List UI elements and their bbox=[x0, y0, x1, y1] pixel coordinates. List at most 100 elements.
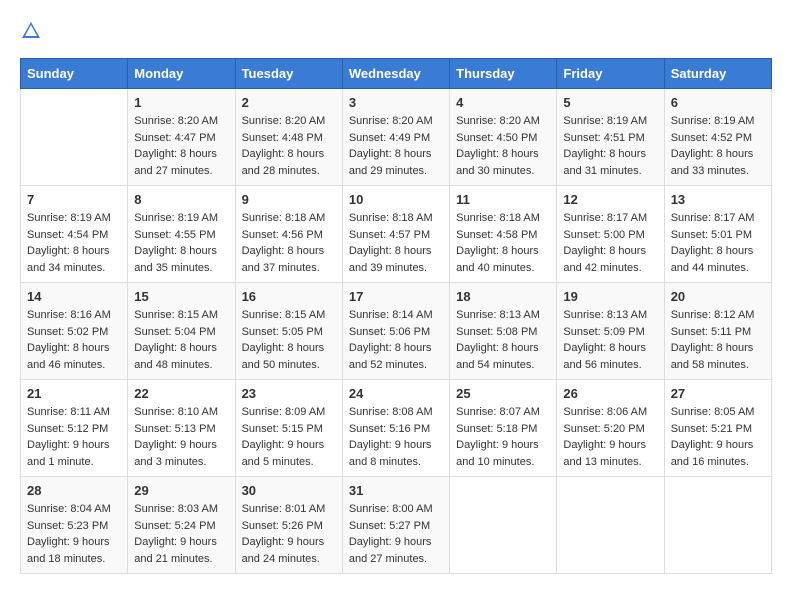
calendar-cell: 14Sunrise: 8:16 AMSunset: 5:02 PMDayligh… bbox=[21, 283, 128, 380]
calendar-table: SundayMondayTuesdayWednesdayThursdayFrid… bbox=[20, 58, 772, 574]
calendar-cell: 3 Sunrise: 8:20 AMSunset: 4:49 PMDaylight… bbox=[342, 89, 449, 186]
calendar-cell: 13Sunrise: 8:17 AMSunset: 5:01 PMDayligh… bbox=[664, 186, 771, 283]
calendar-cell: 18Sunrise: 8:13 AMSunset: 5:08 PMDayligh… bbox=[450, 283, 557, 380]
calendar-cell: 8 Sunrise: 8:19 AMSunset: 4:55 PMDaylight… bbox=[128, 186, 235, 283]
calendar-cell: 31Sunrise: 8:00 AMSunset: 5:27 PMDayligh… bbox=[342, 477, 449, 574]
calendar-cell: 12 Sunrise: 8:17 AMSunset: 5:00 PMDayligh… bbox=[557, 186, 664, 283]
day-number: 13 bbox=[671, 192, 765, 207]
header bbox=[20, 20, 772, 42]
header-day-tuesday: Tuesday bbox=[235, 59, 342, 89]
calendar-cell: 9 Sunrise: 8:18 AMSunset: 4:56 PMDaylight… bbox=[235, 186, 342, 283]
calendar-cell: 26 Sunrise: 8:06 AMSunset: 5:20 PMDayligh… bbox=[557, 380, 664, 477]
day-info: Sunrise: 8:18 AMSunset: 4:57 PMDaylight:… bbox=[349, 210, 443, 276]
calendar-cell: 20 Sunrise: 8:12 AMSunset: 5:11 PMDayligh… bbox=[664, 283, 771, 380]
calendar-cell: 10 Sunrise: 8:18 AMSunset: 4:57 PMDayligh… bbox=[342, 186, 449, 283]
calendar-cell: 30Sunrise: 8:01 AMSunset: 5:26 PMDayligh… bbox=[235, 477, 342, 574]
week-row-3: 14Sunrise: 8:16 AMSunset: 5:02 PMDayligh… bbox=[21, 283, 772, 380]
day-number: 15 bbox=[134, 289, 228, 304]
day-number: 9 bbox=[242, 192, 336, 207]
day-number: 21 bbox=[27, 386, 121, 401]
day-number: 30 bbox=[242, 483, 336, 498]
day-number: 20 bbox=[671, 289, 765, 304]
day-number: 12 bbox=[563, 192, 657, 207]
day-info: Sunrise: 8:07 AMSunset: 5:18 PMDaylight:… bbox=[456, 404, 550, 470]
calendar-cell: 1Sunrise: 8:20 AMSunset: 4:47 PMDaylight… bbox=[128, 89, 235, 186]
calendar-cell: 24 Sunrise: 8:08 AMSunset: 5:16 PMDayligh… bbox=[342, 380, 449, 477]
day-number: 6 bbox=[671, 95, 765, 110]
calendar-cell: 11 Sunrise: 8:18 AMSunset: 4:58 PMDayligh… bbox=[450, 186, 557, 283]
day-number: 7 bbox=[27, 192, 121, 207]
day-info: Sunrise: 8:19 AMSunset: 4:52 PMDaylight:… bbox=[671, 113, 765, 179]
day-info: Sunrise: 8:18 AMSunset: 4:56 PMDaylight:… bbox=[242, 210, 336, 276]
calendar-cell: 6 Sunrise: 8:19 AMSunset: 4:52 PMDaylight… bbox=[664, 89, 771, 186]
day-info: Sunrise: 8:03 AMSunset: 5:24 PMDaylight:… bbox=[134, 501, 228, 567]
day-info: Sunrise: 8:19 AMSunset: 4:51 PMDaylight:… bbox=[563, 113, 657, 179]
calendar-cell bbox=[21, 89, 128, 186]
day-number: 22 bbox=[134, 386, 228, 401]
day-info: Sunrise: 8:12 AMSunset: 5:11 PMDaylight:… bbox=[671, 307, 765, 373]
calendar-cell: 15 Sunrise: 8:15 AMSunset: 5:04 PMDayligh… bbox=[128, 283, 235, 380]
day-info: Sunrise: 8:14 AMSunset: 5:06 PMDaylight:… bbox=[349, 307, 443, 373]
day-info: Sunrise: 8:11 AMSunset: 5:12 PMDaylight:… bbox=[27, 404, 121, 470]
calendar-cell bbox=[664, 477, 771, 574]
day-info: Sunrise: 8:00 AMSunset: 5:27 PMDaylight:… bbox=[349, 501, 443, 567]
day-info: Sunrise: 8:09 AMSunset: 5:15 PMDaylight:… bbox=[242, 404, 336, 470]
day-info: Sunrise: 8:04 AMSunset: 5:23 PMDaylight:… bbox=[27, 501, 121, 567]
header-day-wednesday: Wednesday bbox=[342, 59, 449, 89]
week-row-4: 21 Sunrise: 8:11 AMSunset: 5:12 PMDayligh… bbox=[21, 380, 772, 477]
day-number: 23 bbox=[242, 386, 336, 401]
calendar-cell: 29 Sunrise: 8:03 AMSunset: 5:24 PMDayligh… bbox=[128, 477, 235, 574]
day-info: Sunrise: 8:10 AMSunset: 5:13 PMDaylight:… bbox=[134, 404, 228, 470]
day-number: 11 bbox=[456, 192, 550, 207]
day-info: Sunrise: 8:13 AMSunset: 5:08 PMDaylight:… bbox=[456, 307, 550, 373]
day-info: Sunrise: 8:15 AMSunset: 5:05 PMDaylight:… bbox=[242, 307, 336, 373]
calendar-cell: 27 Sunrise: 8:05 AMSunset: 5:21 PMDayligh… bbox=[664, 380, 771, 477]
day-number: 29 bbox=[134, 483, 228, 498]
calendar-cell: 5 Sunrise: 8:19 AMSunset: 4:51 PMDaylight… bbox=[557, 89, 664, 186]
week-row-2: 7 Sunrise: 8:19 AMSunset: 4:54 PMDaylight… bbox=[21, 186, 772, 283]
day-info: Sunrise: 8:13 AMSunset: 5:09 PMDaylight:… bbox=[563, 307, 657, 373]
day-number: 4 bbox=[456, 95, 550, 110]
day-number: 19 bbox=[563, 289, 657, 304]
day-number: 14 bbox=[27, 289, 121, 304]
day-number: 5 bbox=[563, 95, 657, 110]
calendar-cell: 16 Sunrise: 8:15 AMSunset: 5:05 PMDayligh… bbox=[235, 283, 342, 380]
day-info: Sunrise: 8:05 AMSunset: 5:21 PMDaylight:… bbox=[671, 404, 765, 470]
day-number: 27 bbox=[671, 386, 765, 401]
day-info: Sunrise: 8:17 AMSunset: 5:00 PMDaylight:… bbox=[563, 210, 657, 276]
day-number: 28 bbox=[27, 483, 121, 498]
day-info: Sunrise: 8:20 AMSunset: 4:48 PMDaylight:… bbox=[242, 113, 336, 179]
day-info: Sunrise: 8:19 AMSunset: 4:54 PMDaylight:… bbox=[27, 210, 121, 276]
calendar-cell: 28 Sunrise: 8:04 AMSunset: 5:23 PMDayligh… bbox=[21, 477, 128, 574]
day-number: 16 bbox=[242, 289, 336, 304]
header-day-saturday: Saturday bbox=[664, 59, 771, 89]
day-info: Sunrise: 8:18 AMSunset: 4:58 PMDaylight:… bbox=[456, 210, 550, 276]
logo bbox=[20, 20, 46, 42]
calendar-cell: 21 Sunrise: 8:11 AMSunset: 5:12 PMDayligh… bbox=[21, 380, 128, 477]
calendar-cell: 2Sunrise: 8:20 AMSunset: 4:48 PMDaylight… bbox=[235, 89, 342, 186]
day-number: 1 bbox=[134, 95, 228, 110]
day-info: Sunrise: 8:08 AMSunset: 5:16 PMDaylight:… bbox=[349, 404, 443, 470]
header-day-sunday: Sunday bbox=[21, 59, 128, 89]
day-number: 17 bbox=[349, 289, 443, 304]
day-info: Sunrise: 8:15 AMSunset: 5:04 PMDaylight:… bbox=[134, 307, 228, 373]
day-info: Sunrise: 8:20 AMSunset: 4:49 PMDaylight:… bbox=[349, 113, 443, 179]
calendar-cell: 4 Sunrise: 8:20 AMSunset: 4:50 PMDaylight… bbox=[450, 89, 557, 186]
day-number: 8 bbox=[134, 192, 228, 207]
header-day-thursday: Thursday bbox=[450, 59, 557, 89]
calendar-cell: 23 Sunrise: 8:09 AMSunset: 5:15 PMDayligh… bbox=[235, 380, 342, 477]
day-info: Sunrise: 8:06 AMSunset: 5:20 PMDaylight:… bbox=[563, 404, 657, 470]
week-row-1: 1Sunrise: 8:20 AMSunset: 4:47 PMDaylight… bbox=[21, 89, 772, 186]
week-row-5: 28 Sunrise: 8:04 AMSunset: 5:23 PMDayligh… bbox=[21, 477, 772, 574]
day-info: Sunrise: 8:20 AMSunset: 4:50 PMDaylight:… bbox=[456, 113, 550, 179]
calendar-cell: 19 Sunrise: 8:13 AMSunset: 5:09 PMDayligh… bbox=[557, 283, 664, 380]
calendar-cell: 17 Sunrise: 8:14 AMSunset: 5:06 PMDayligh… bbox=[342, 283, 449, 380]
calendar-cell bbox=[450, 477, 557, 574]
calendar-cell: 22 Sunrise: 8:10 AMSunset: 5:13 PMDayligh… bbox=[128, 380, 235, 477]
day-number: 10 bbox=[349, 192, 443, 207]
header-day-friday: Friday bbox=[557, 59, 664, 89]
day-info: Sunrise: 8:19 AMSunset: 4:55 PMDaylight:… bbox=[134, 210, 228, 276]
day-number: 3 bbox=[349, 95, 443, 110]
day-number: 24 bbox=[349, 386, 443, 401]
day-number: 26 bbox=[563, 386, 657, 401]
